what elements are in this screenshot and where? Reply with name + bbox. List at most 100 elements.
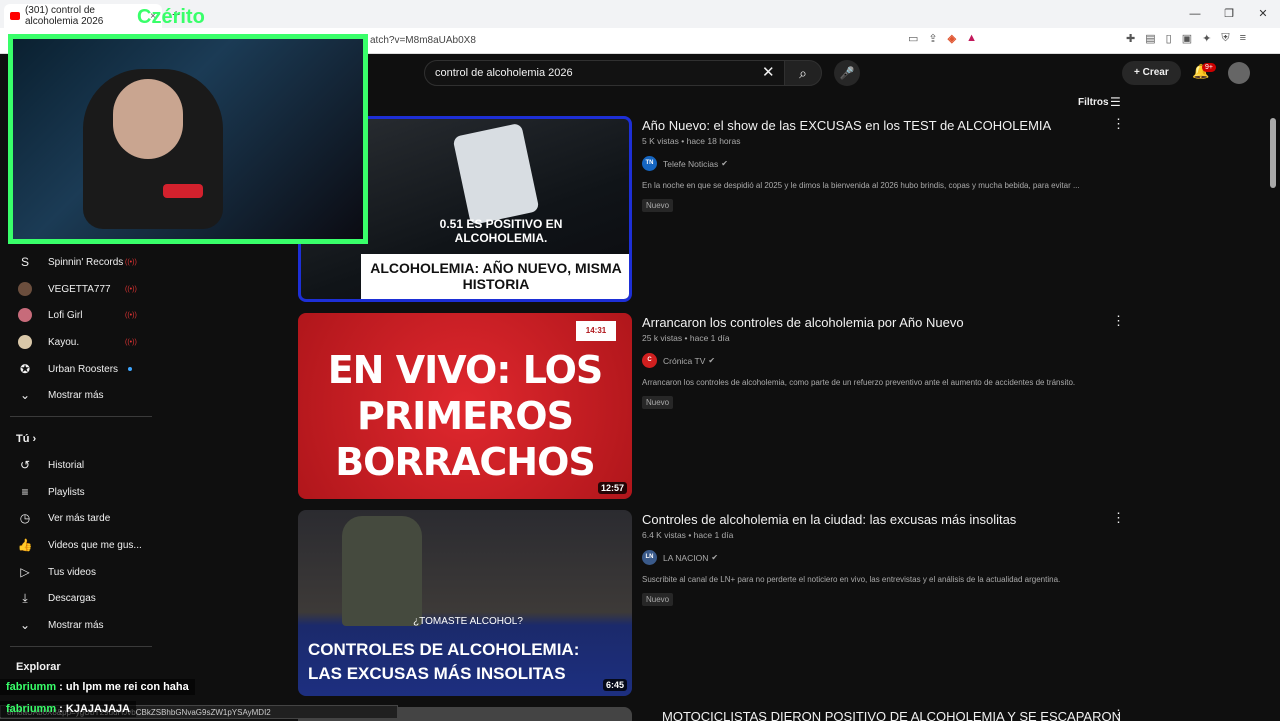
chat-user: fabriumm xyxy=(6,703,57,715)
sidebar-item-watch-later[interactable]: ◷ Ver más tarde xyxy=(0,507,160,529)
url-field[interactable]: atch?v=M8m8aUAb0X8 xyxy=(280,32,1000,50)
sidebar-item-label: VEGETTA777 xyxy=(48,283,111,295)
more-options-icon[interactable]: ⋮ xyxy=(1112,707,1125,721)
sidebar-icon[interactable]: ▯ xyxy=(1166,32,1172,45)
filters-button[interactable]: Filtros xyxy=(1078,97,1109,108)
verified-icon: ✔ xyxy=(708,356,716,365)
restore-button[interactable]: ❐ xyxy=(1212,0,1246,28)
duration-badge: 6:45 xyxy=(602,679,627,691)
sidebar-item-label: Descargas xyxy=(48,592,96,604)
more-options-icon[interactable]: ⋮ xyxy=(1112,510,1125,526)
chat-message: fabriumm : uh lpm me rei con haha xyxy=(0,679,195,695)
brave-shield-icon[interactable]: ◈ xyxy=(948,32,956,45)
more-options-icon[interactable]: ⋮ xyxy=(1112,313,1125,329)
sidebar-item-urban-roosters[interactable]: ✪ Urban Roosters xyxy=(0,358,160,380)
sidebar-item-kayou[interactable]: Kayou. ((•)) xyxy=(0,331,160,353)
sidebar-item-label: Playlists xyxy=(48,486,85,498)
sidebar-item-spinnin-records[interactable]: S Spinnin' Records ((•)) xyxy=(0,251,160,273)
you-section-title[interactable]: Tú › xyxy=(16,433,36,445)
sidebar-item-label: Tus videos xyxy=(48,566,96,578)
video-title[interactable]: Controles de alcoholemia en la ciudad: l… xyxy=(642,512,1102,527)
sidebar-show-more-subscriptions[interactable]: ⌄ Mostrar más xyxy=(0,384,160,406)
sidebar-item-your-videos[interactable]: ▷ Tus videos xyxy=(0,561,160,583)
live-clock: 14:31 xyxy=(576,321,616,341)
upload-age: hace 18 horas xyxy=(686,136,741,146)
video-title[interactable]: Año Nuevo: el show de las EXCUSAS en los… xyxy=(642,118,1102,133)
search-result[interactable]: EN VIVO: LOS PRIMEROS BORRACHOS 14:31 12… xyxy=(298,313,1128,501)
sidebar-item-vegetta777[interactable]: VEGETTA777 ((•)) xyxy=(0,278,160,300)
search-result[interactable]: MOTOCICLISTAS DIERON POSITIVO DE ALCOHOL… xyxy=(298,707,1128,721)
video-title[interactable]: Arrancaron los controles de alcoholemia … xyxy=(642,315,1102,330)
more-options-icon[interactable]: ⋮ xyxy=(1112,116,1125,132)
view-count: 5 K vistas xyxy=(642,136,679,146)
verified-icon: ✔ xyxy=(711,553,719,562)
sidebar-item-lofi-girl[interactable]: Lofi Girl ((•)) xyxy=(0,304,160,326)
streamer-tag: Czérito xyxy=(137,6,205,28)
menu-icon[interactable]: ≡ xyxy=(1240,32,1246,45)
channel-name: LA NACION xyxy=(663,552,709,563)
playlists-icon: ≡ xyxy=(21,485,29,499)
thumbnail-caption: ¿TOMASTE ALCOHOL? xyxy=(413,616,523,627)
new-badge: Nuevo xyxy=(642,593,674,606)
sidebar-item-label: Kayou. xyxy=(48,336,80,348)
channel-avatar: C xyxy=(642,353,657,368)
new-content-dot xyxy=(128,367,132,371)
video-thumbnail[interactable]: ¿TOMASTE ALCOHOL? CONTROLES DE ALCOHOLEM… xyxy=(298,510,632,696)
video-description: En la noche en que se despidió al 2025 y… xyxy=(642,181,1080,190)
thumbnail-caption: 0.51 ES POSITIVO EN ALCOHOLEMIA. xyxy=(439,217,563,245)
live-icon: ((•)) xyxy=(125,338,137,346)
breathalyzer-image xyxy=(452,122,540,226)
extensions-icon[interactable]: ✚ xyxy=(1126,32,1135,45)
voice-search-button[interactable]: 🎤 xyxy=(834,60,860,86)
video-meta: 25 k vistas • hace 1 día xyxy=(642,333,730,343)
notification-badge: 9+ xyxy=(1202,63,1216,72)
chat-message: fabriumm : KJAJAJAJA xyxy=(0,701,137,717)
microphone-image xyxy=(163,184,203,198)
thumbnail-headline: CONTROLES DE ALCOHOLEMIA: LAS EXCUSAS MÁ… xyxy=(308,640,580,683)
search-input[interactable]: control de alcoholemia 2026 xyxy=(424,60,786,86)
streamer-face xyxy=(113,79,183,159)
sidebar-item-downloads[interactable]: ⤓ Descargas xyxy=(0,587,160,609)
sidebar-item-historial[interactable]: ↺ Historial xyxy=(0,454,160,476)
minimize-button[interactable]: — xyxy=(1178,0,1212,28)
separator: • xyxy=(688,530,692,540)
sidebar-item-label: Spinnin' Records xyxy=(48,256,124,268)
channel-link[interactable]: TN Telefe Noticias ✔ xyxy=(642,156,728,171)
live-icon: ((•)) xyxy=(125,258,137,266)
vpn-icon[interactable]: ⛨ xyxy=(1221,32,1229,45)
ai-icon[interactable]: ✦ xyxy=(1202,32,1211,45)
wallet-icon[interactable]: ▣ xyxy=(1182,32,1192,45)
close-window-button[interactable]: ✕ xyxy=(1246,0,1280,28)
sidebar-item-playlists[interactable]: ≡ Playlists xyxy=(0,481,160,503)
scrollbar[interactable] xyxy=(1270,118,1276,188)
extension-icons: ✚ ▤ ▯ ▣ ✦ ⛨ ≡ xyxy=(1126,32,1246,45)
search-result[interactable]: ¿TOMASTE ALCOHOL? CONTROLES DE ALCOHOLEM… xyxy=(298,510,1128,698)
sidebar-item-label: Mostrar más xyxy=(48,619,104,631)
explore-section-title: Explorar xyxy=(16,661,61,673)
share-icon[interactable]: ⇪ xyxy=(928,32,937,45)
filters-icon[interactable]: ☰ xyxy=(1110,95,1121,109)
avatar[interactable] xyxy=(1228,62,1250,84)
create-button[interactable]: + Crear xyxy=(1122,61,1181,85)
channel-avatar: TN xyxy=(642,156,657,171)
view-count: 25 k vistas xyxy=(642,333,683,343)
clear-search-icon[interactable]: ✕ xyxy=(762,63,775,81)
sidebar-item-liked-videos[interactable]: 👍 Videos que me gus... xyxy=(0,534,160,556)
video-meta: 6.4 K vistas • hace 1 día xyxy=(642,530,733,540)
search-result[interactable]: 0.51 ES POSITIVO EN ALCOHOLEMIA. ALCOHOL… xyxy=(298,116,1128,304)
officer-image xyxy=(342,516,422,626)
microphone-icon: 🎤 xyxy=(839,66,855,80)
channel-link[interactable]: C Crónica TV ✔ xyxy=(642,353,715,368)
rewards-icon[interactable]: ▲ xyxy=(966,32,977,45)
cast-icon[interactable]: ▭ xyxy=(908,32,918,45)
sidebar-show-more-you[interactable]: ⌄ Mostrar más xyxy=(0,614,160,636)
reader-icon[interactable]: ▤ xyxy=(1145,32,1155,45)
channel-link[interactable]: LN LA NACION ✔ xyxy=(642,550,718,565)
search-button[interactable]: ⌕ xyxy=(784,60,822,86)
divider xyxy=(10,646,152,647)
duration-badge: 12:57 xyxy=(597,482,627,494)
video-title[interactable]: MOTOCICLISTAS DIERON POSITIVO DE ALCOHOL… xyxy=(662,709,1122,721)
video-thumbnail[interactable]: EN VIVO: LOS PRIMEROS BORRACHOS 14:31 12… xyxy=(298,313,632,499)
history-icon: ↺ xyxy=(19,458,31,472)
chat-user: fabriumm xyxy=(6,681,57,693)
